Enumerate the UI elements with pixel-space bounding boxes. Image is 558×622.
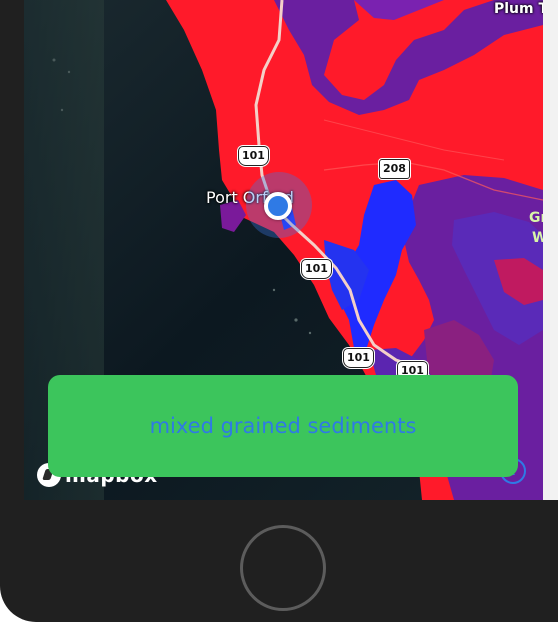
route-shield-101: 101 — [343, 348, 374, 368]
place-label-green-2: W — [532, 230, 543, 246]
route-shield-101: 101 — [238, 146, 269, 166]
phone-frame: Plum T Gr W Port Orford 101 208 101 101 … — [0, 0, 558, 622]
sediment-type-toast[interactable]: mixed grained sediments — [48, 375, 518, 477]
screen-edge — [543, 0, 558, 500]
place-label-plum-tree: Plum T — [494, 1, 543, 17]
home-button-icon[interactable] — [240, 525, 326, 611]
route-shield-101: 101 — [301, 259, 332, 279]
place-label-green-1: Gr — [529, 210, 543, 226]
route-shield-208: 208 — [379, 159, 410, 179]
toast-text: mixed grained sediments — [149, 414, 417, 438]
location-dot-icon[interactable] — [264, 192, 292, 220]
